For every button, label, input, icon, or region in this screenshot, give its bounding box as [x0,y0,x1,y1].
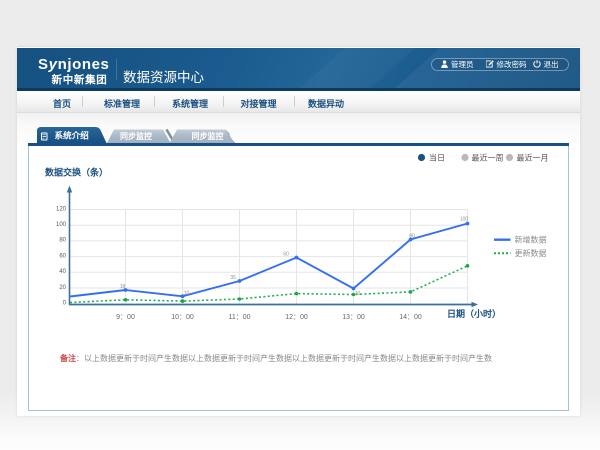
svg-text:9：00: 9：00 [116,314,135,321]
svg-text:80: 80 [59,238,66,244]
svg-text:14：00: 14：00 [399,314,422,321]
svg-text:20: 20 [59,285,66,291]
svg-text:0: 0 [63,301,67,307]
svg-text:更新数据: 更新数据 [515,248,547,258]
svg-text:系统介绍: 系统介绍 [55,131,90,141]
svg-text:10：00: 10：00 [171,314,194,321]
svg-text:同步监控: 同步监控 [120,131,152,141]
svg-text:最近一周: 最近一周 [472,153,504,163]
svg-text:100: 100 [460,217,469,223]
svg-text:80: 80 [409,234,415,240]
svg-text:当日: 当日 [429,153,445,163]
svg-text:新增数据: 新增数据 [515,235,547,245]
svg-text:最近一月: 最近一月 [517,153,549,163]
svg-text:11：00: 11：00 [228,314,250,321]
svg-text:60: 60 [283,252,289,258]
svg-text:数据交换（条）: 数据交换（条） [45,167,108,178]
svg-text:40: 40 [59,269,66,275]
svg-text:60: 60 [59,253,66,259]
svg-text:同步监控: 同步监控 [192,131,224,141]
svg-text:10: 10 [184,291,190,297]
svg-text:18: 18 [120,284,126,290]
svg-text:日期（小时）: 日期（小时） [447,308,501,319]
svg-text:120: 120 [56,206,67,212]
svg-text:35: 35 [230,275,236,281]
svg-text:10: 10 [355,291,361,297]
svg-text:13：00: 13：00 [342,314,365,321]
svg-text:100: 100 [56,222,67,228]
svg-text:12：00: 12：00 [285,314,308,321]
